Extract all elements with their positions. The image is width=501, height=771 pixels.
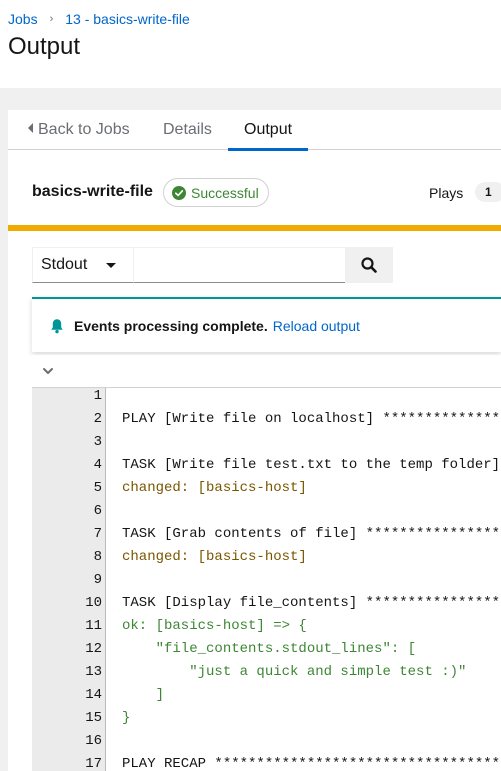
output-line: 16 [32,730,501,753]
line-number: 9 [93,572,102,588]
line-text: "file_contents.stdout_lines": [ [122,641,417,657]
line-text: ok: [basics-host] => { [122,618,307,634]
line-number: 12 [85,641,102,657]
output-line: 2 PLAY [Write file on localhost] ********… [32,408,501,431]
output-line: 9 [32,569,501,592]
line-text: TASK [Grab contents of file] ***********… [122,526,501,542]
caret-left-icon [28,123,33,133]
output-line: 5 changed: [basics-host] [32,477,501,500]
search-input[interactable] [133,247,346,283]
line-text: "just a quick and simple test :)" [122,664,467,680]
tab-details[interactable]: Details [163,110,212,150]
output-line: 10 TASK [Display file_contents] *********… [32,592,501,615]
line-number: 11 [85,618,102,634]
line-number: 8 [93,549,102,565]
output-line: 1 [32,388,501,408]
line-text: changed: [basics-host] [122,549,307,565]
output-line: 15} [32,707,501,730]
breadcrumb: Jobs › 13 - basics-write-file [8,11,190,27]
search-button[interactable] [345,247,393,283]
line-text: PLAY [Write file on localhost] *********… [122,411,501,427]
line-number: 3 [93,434,102,450]
page-header: Jobs › 13 - basics-write-file Output [0,0,501,88]
line-text: } [122,710,131,726]
check-circle-icon [172,185,186,200]
line-text: ] [122,687,165,703]
line-number: 15 [85,710,102,726]
line-number: 10 [85,595,102,611]
job-progress-bar [8,225,501,231]
page-title: Output [8,33,81,60]
output-toolbar [32,355,501,388]
tab-output[interactable]: Output [227,110,309,151]
line-number: 6 [93,503,102,519]
caret-down-icon [106,263,116,268]
search-icon [361,257,377,273]
line-number: 13 [85,664,102,680]
output-line: 3 [32,431,501,454]
job-output-stdout: 1 2 PLAY [Write file on localhost] *******… [32,388,501,771]
line-text: TASK [Write file test.txt to the temp fo… [122,457,501,473]
line-text: PLAY RECAP *****************************… [122,756,501,771]
line-number: 4 [93,457,102,473]
bell-icon [51,318,63,333]
output-line: 12 "file_contents.stdout_lines": [ [32,638,501,661]
output-line: 8 changed: [basics-host] [32,546,501,569]
line-text: TASK [Display file_contents] ***********… [122,595,501,611]
line-number: 7 [93,526,102,542]
output-line: 17 PLAY RECAP ***************************… [32,753,501,771]
output-line: 13 "just a quick and simple test :)" [32,661,501,684]
tab-back-label: Back to Jobs [38,121,130,138]
status-badge: Successful [163,178,269,207]
job-name: basics-write-file [32,183,153,200]
output-line: 11 ok: [basics-host] => { [32,615,501,638]
output-line: 4 TASK [Write file test.txt to the temp f… [32,454,501,477]
line-number: 5 [93,480,102,496]
output-type-select[interactable]: Stdout [32,247,134,283]
line-number: 14 [85,687,102,703]
line-text: changed: [basics-host] [122,480,307,496]
plays-count-badge: 1 [475,182,501,202]
output-type-value: Stdout [41,256,88,273]
chevron-down-icon[interactable] [41,364,55,378]
breadcrumb-job-link[interactable]: 13 - basics-write-file [65,11,189,27]
line-number: 17 [85,756,102,771]
line-number: 1 [93,388,102,404]
reload-output-link[interactable]: Reload output [273,318,360,334]
status-text: Successful [191,184,259,201]
tab-bar: Back to Jobs Details Output [8,110,501,151]
line-number: 16 [85,733,102,749]
plays-label: Plays [429,185,464,201]
line-number: 2 [93,411,102,427]
job-output-card: Back to Jobs Details Output basics-write… [8,110,501,771]
tab-back-to-jobs[interactable]: Back to Jobs [28,110,130,150]
output-line: 7 TASK [Grab contents of file] **********… [32,523,501,546]
alert-title: Events processing complete. [74,317,268,334]
breadcrumb-jobs-link[interactable]: Jobs [8,11,38,27]
output-line: 6 [32,500,501,523]
breadcrumb-separator-icon: › [49,13,54,25]
events-alert: Events processing complete. Reload outpu… [32,297,501,352]
output-line: 14 ] [32,684,501,707]
